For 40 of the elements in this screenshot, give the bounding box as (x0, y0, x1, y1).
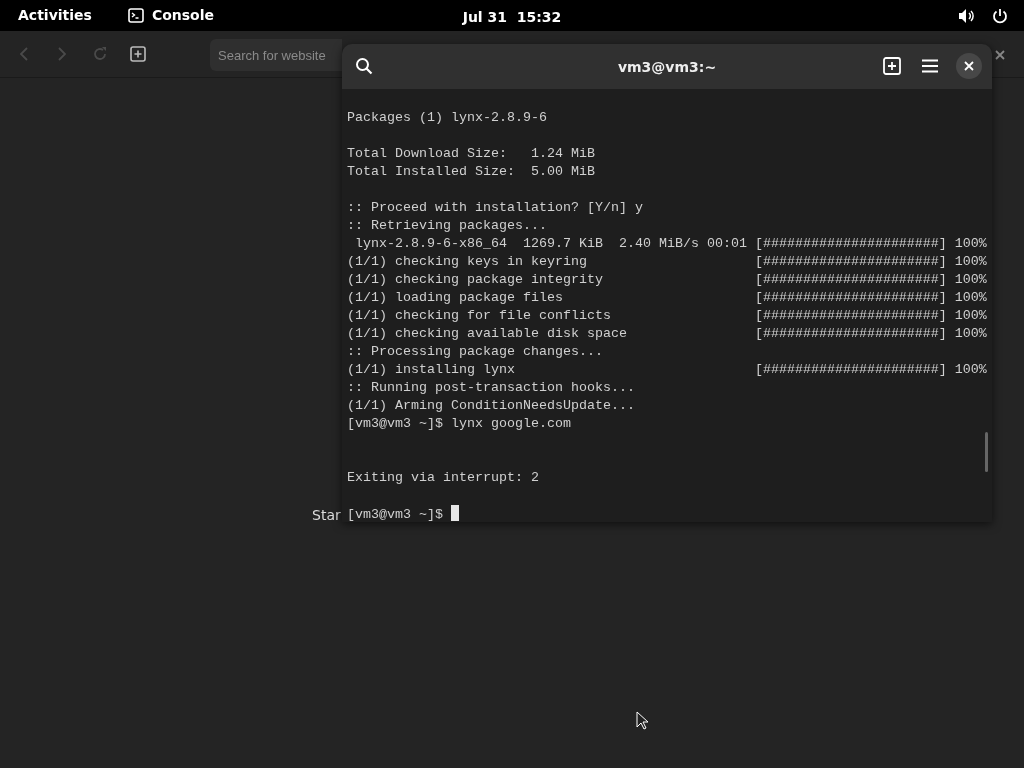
power-icon[interactable] (992, 7, 1008, 24)
terminal-line: (1/1) Arming ConditionNeedsUpdate... (347, 398, 635, 413)
terminal-icon (127, 8, 144, 23)
search-icon (355, 57, 373, 75)
terminal-line: [vm3@vm3 ~]$ (347, 507, 443, 522)
close-icon (964, 61, 974, 71)
terminal-line: :: Retrieving packages... (347, 218, 547, 233)
close-icon (995, 50, 1005, 60)
new-tab-button[interactable] (880, 54, 904, 78)
plus-icon (130, 46, 146, 62)
terminal-line: :: Running post-transaction hooks... (347, 380, 635, 395)
terminal-line: :: Proceed with installation? [Y/n] y (347, 200, 643, 215)
plus-icon (883, 57, 901, 75)
clock[interactable]: Jul 31 15:32 (462, 7, 562, 28)
terminal-line: (1/1) checking package integrity [######################] 100% (347, 272, 987, 287)
terminal-line: Packages (1) lynx-2.8.9-6 (347, 110, 547, 125)
app-menu[interactable]: Console (151, 5, 214, 26)
activities-button[interactable]: Activities (18, 5, 92, 26)
reload-icon (92, 46, 108, 62)
back-icon (19, 46, 29, 62)
terminal-line: (1/1) checking available disk space [######################] 100% (347, 326, 987, 341)
menu-icon (922, 59, 938, 73)
terminal-line: (1/1) checking keys in keyring [######################] 100% (347, 254, 987, 269)
window-title: vm3@vm3:~ (617, 58, 717, 77)
terminal-line: Exiting via interrupt: 2 (347, 470, 539, 485)
search-field[interactable]: Search for website (210, 39, 342, 71)
terminal-line: [vm3@vm3 ~]$ lynx google.com (347, 416, 571, 431)
terminal-line: (1/1) checking for file conflicts [######################] 100% (347, 308, 987, 323)
close-button[interactable] (956, 53, 982, 79)
terminal-line: Total Download Size: 1.24 MiB (347, 146, 595, 161)
terminal-line: :: Processing package changes... (347, 344, 603, 359)
mouse-pointer-icon (636, 711, 648, 730)
page-text: Star (312, 506, 341, 525)
terminal-line: lynx-2.8.9-6-x86_64 1269.7 KiB 2.40 MiB/s 00:01 [######################] 100% (354, 236, 987, 251)
scrollbar[interactable] (985, 432, 988, 472)
forward-icon (57, 46, 67, 62)
terminal-line: (1/1) installing lynx [######################] 100% (347, 362, 987, 377)
terminal-line: Total Installed Size: 5.00 MiB (347, 164, 595, 179)
terminal-line: (1/1) loading package files [######################] 100% (347, 290, 987, 305)
volume-icon[interactable] (958, 7, 976, 24)
